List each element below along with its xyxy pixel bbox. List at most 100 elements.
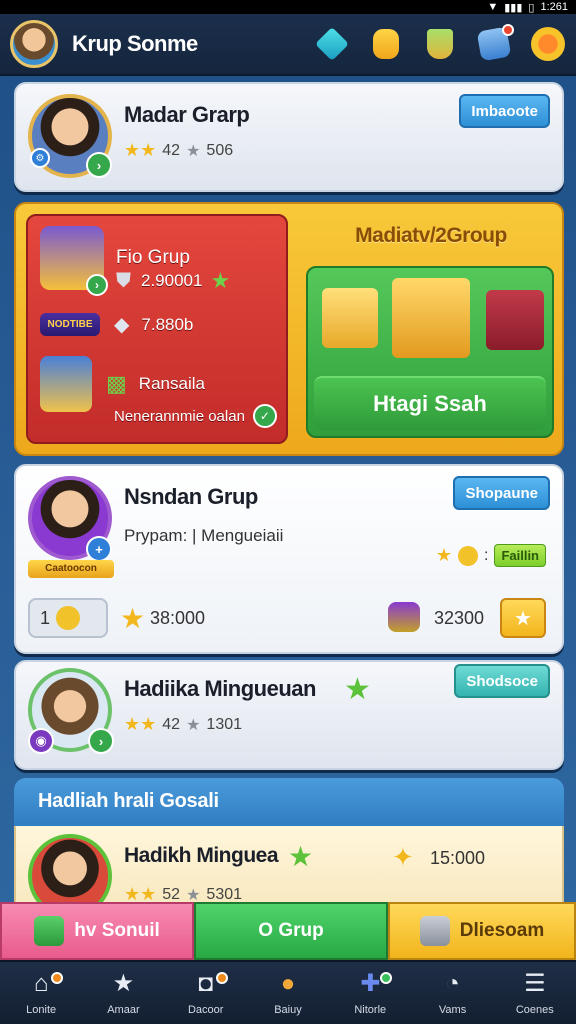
nav-item-home[interactable]: ⌂ Lonite — [1, 970, 81, 1016]
value-left: 38:000 — [150, 608, 206, 628]
social-button[interactable]: hv Sonuil — [0, 902, 194, 960]
count: 1301 — [206, 715, 243, 733]
wifi-icon: ▼ — [487, 1, 499, 13]
claim-reward-button[interactable]: Htagi Ssah — [314, 376, 546, 430]
lock-icon[interactable] — [368, 26, 404, 62]
camera-icon: ◘ — [198, 970, 213, 997]
notification-dot — [502, 24, 514, 36]
shop-button[interactable]: Shopaune — [453, 476, 550, 510]
star-outline-icon: ★ — [186, 716, 201, 734]
nav-item-menu[interactable]: ☰ Coenes — [495, 970, 575, 1016]
promo-reward-panel[interactable]: Htagi Ssah — [306, 266, 554, 438]
item-value: 15:000 — [430, 848, 486, 868]
trophy-icon: ● — [280, 970, 296, 997]
arrow-right-icon: › — [86, 152, 112, 178]
promo-row4-value: Nenerannmie oalan — [114, 407, 245, 425]
favorite-button[interactable]: ★ — [500, 598, 546, 638]
star-outline-icon: ★ — [186, 142, 201, 160]
silver-bar-icon: ◆ — [114, 314, 130, 336]
home-icon: ⌂ — [33, 970, 49, 997]
app-title: Krup Sonme — [72, 31, 198, 56]
top-bar: Krup Sonme — [0, 14, 576, 76]
coin-icon — [457, 545, 478, 566]
promo-right-title: Madiatv/2Group — [355, 224, 507, 247]
nav-item-camera[interactable]: ◘ Dacoor — [166, 970, 246, 1016]
star-green-icon: ★ — [344, 673, 371, 706]
promo-row1-value: 2.90001 — [141, 271, 203, 290]
show-button[interactable]: Shodsoce — [454, 664, 550, 698]
star-icon: ★ — [120, 603, 146, 634]
count: 5301 — [206, 885, 243, 903]
rank-badge: Caatoocon — [28, 560, 114, 578]
star-green-icon: ★ — [288, 841, 314, 872]
star-green-icon: ★ — [210, 268, 231, 293]
score: 42 — [162, 141, 181, 159]
menu-icon: ☰ — [524, 970, 546, 997]
star-box-icon — [486, 290, 544, 350]
gear-icon: ⚙ — [30, 148, 50, 168]
coin-counter: 1 — [28, 598, 108, 638]
tag-separator: : — [483, 546, 489, 564]
card-subtitle: Prypam: | Mengueiaii — [124, 526, 284, 545]
ticket-icon: ✦ — [392, 842, 414, 872]
signal-icon: ▮▮▮ — [504, 1, 523, 14]
settings-icon: ◉ — [28, 728, 54, 754]
shield-icon: ⛊ — [116, 269, 131, 292]
arrow-right-icon: › — [86, 274, 108, 296]
puzzle-icon: ✚ — [360, 970, 381, 997]
count: 506 — [206, 141, 234, 159]
nav-item-star[interactable]: ★ Amaar — [83, 970, 163, 1016]
discover-button[interactable]: Dliesoam — [388, 902, 576, 960]
star-icon: ★ — [435, 545, 452, 565]
status-time: 1:261 — [540, 1, 568, 13]
promo-block: Fio Grup › ⛊ 2.90001 ★ NODTIBE ◆ 7.880b … — [14, 202, 564, 456]
cash-icon: ▩ — [106, 371, 127, 396]
promo-row2-value: 7.880b — [141, 314, 194, 334]
check-icon: ✓ — [252, 404, 277, 428]
group-card-madar[interactable]: ⚙ › Madar Grarp ★★ 42 ★ 506 Imbaoote — [14, 82, 564, 192]
section-list-item[interactable]: Hadikh Minguea ★ ✦ 15:000 ★★ 52 ★ 5301 — [14, 826, 564, 906]
treasure-chest-icon — [392, 278, 470, 358]
join-button[interactable]: Imbaoote — [459, 94, 550, 128]
promo-row3-value: Ransaila — [138, 374, 205, 393]
arrow-right-icon: › — [88, 728, 114, 754]
motorbike-icon — [388, 602, 420, 632]
star-icon: ★★ — [124, 714, 157, 734]
user-add-icon: + — [86, 536, 112, 562]
value-right: 32300 — [434, 608, 485, 628]
score: 52 — [162, 885, 181, 903]
star-icon: ★★ — [124, 140, 157, 160]
group-card-hadiika[interactable]: ◉ › Hadiika Mingueuan ★ ★★ 42 ★ 1301 Sho… — [14, 660, 564, 770]
star-badge-icon[interactable] — [530, 26, 566, 62]
card-title: Hadiika Mingueuan — [124, 676, 316, 701]
battery-icon: ▯ — [528, 1, 535, 14]
item-title: Hadikh Minguea — [124, 844, 279, 867]
profile-avatar[interactable] — [10, 20, 58, 68]
notification-dot — [380, 972, 393, 984]
nav-item-trophy[interactable]: ● Baiuy — [248, 970, 328, 1016]
gift-icon — [322, 288, 378, 348]
nav-item-puzzle[interactable]: ✚ Nitorle — [330, 970, 410, 1016]
notification-dot — [51, 972, 64, 984]
group-button[interactable]: O Grup — [194, 902, 388, 960]
status-bar: ▼ ▮▮▮ ▯ 1:261 — [0, 0, 576, 14]
bottom-nav: ⌂ Lonite ★ Amaar ◘ Dacoor ● Baiuy ✚ Nito… — [0, 960, 576, 1024]
card-title: Nsndan Grup — [124, 484, 258, 509]
section-header: Hadliah hrali Gosali — [14, 778, 564, 828]
notification-dot — [215, 972, 228, 984]
nav-item-gauge[interactable]: ◔ Vams — [413, 970, 493, 1016]
trophy-icon[interactable] — [422, 26, 458, 62]
group-card-nsndan[interactable]: + Caatoocon Nsndan Grup Prypam: | Mengue… — [14, 464, 564, 654]
box-icon — [419, 916, 450, 946]
promo-left-panel: Fio Grup › ⛊ 2.90001 ★ NODTIBE ◆ 7.880b … — [26, 214, 288, 444]
coin-icon — [56, 606, 81, 630]
action-bar: hv Sonuil O Grup Dliesoam — [0, 902, 576, 960]
score: 42 — [162, 715, 181, 733]
arrow-icon[interactable] — [314, 26, 350, 62]
gauge-icon: ◔ — [445, 970, 460, 997]
puzzle-icon[interactable] — [476, 24, 514, 62]
promo-left-title: Fio Grup — [116, 247, 190, 268]
card-title: Madar Grarp — [124, 102, 250, 127]
star-icon: ★ — [112, 970, 135, 997]
avatar — [28, 834, 112, 904]
